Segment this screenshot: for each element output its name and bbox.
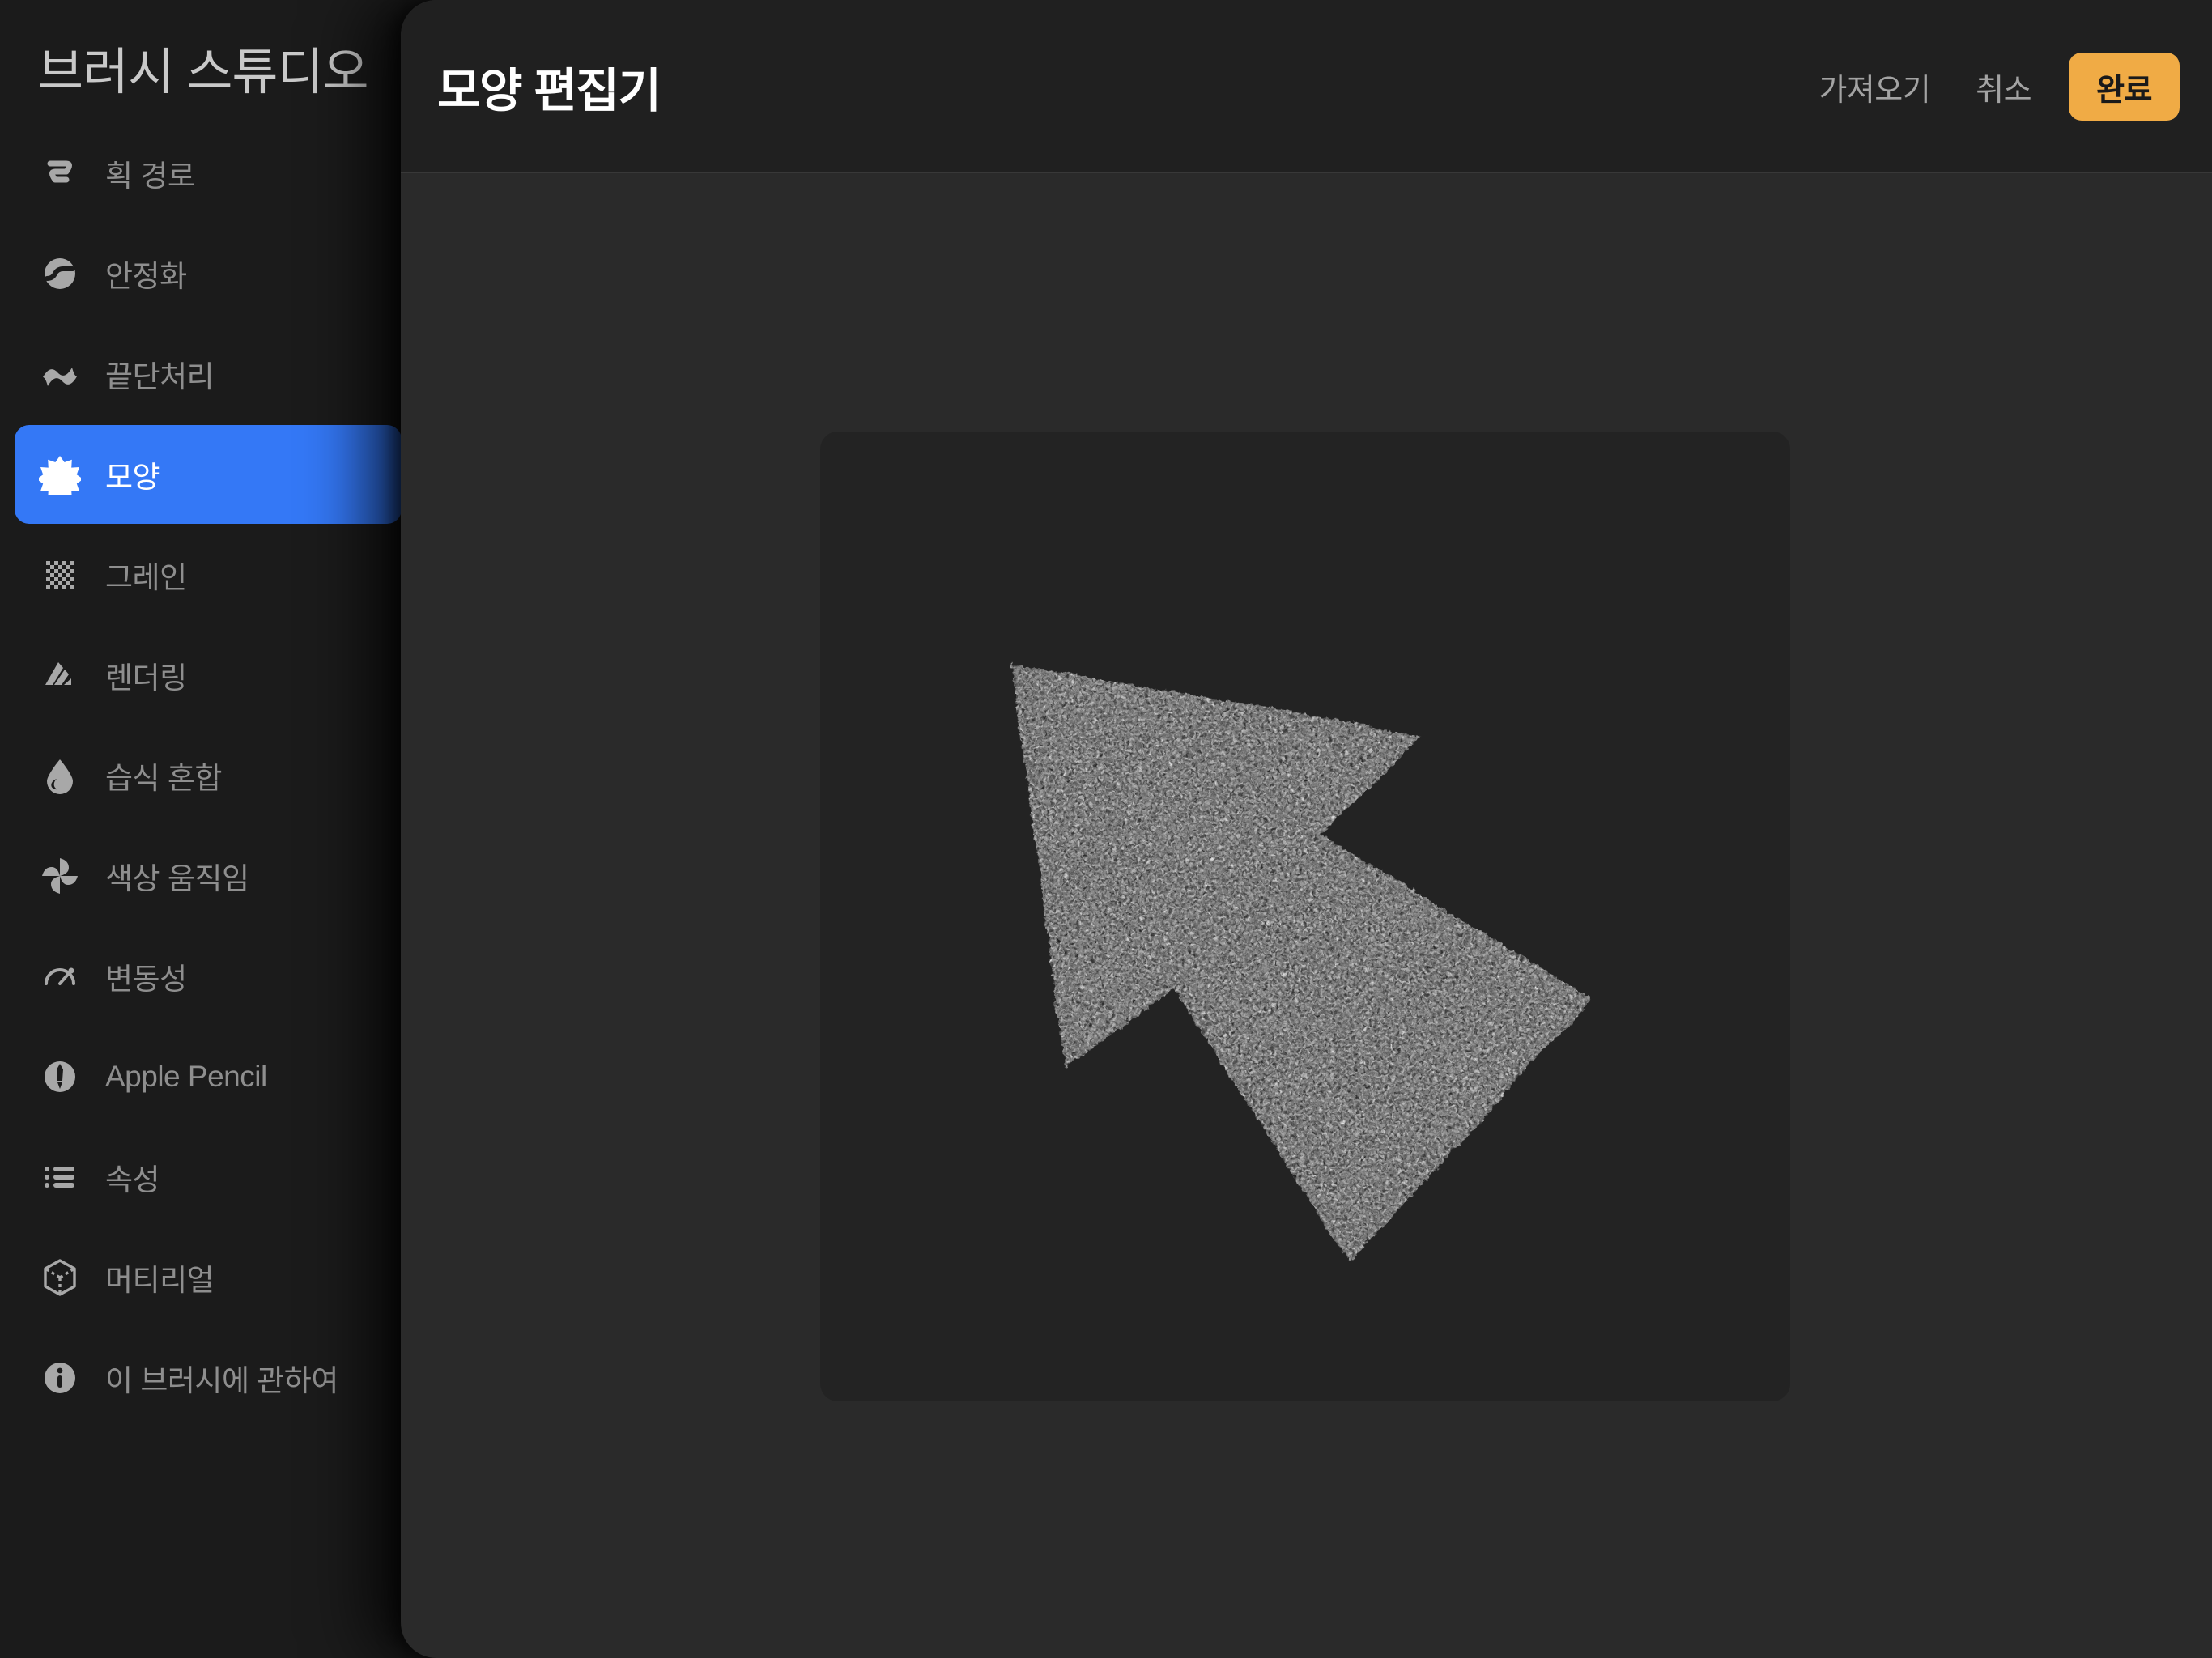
- grain-icon: [39, 554, 81, 596]
- modal-header-actions: 가져오기 취소 완료: [1796, 0, 2180, 173]
- modal-title: 모양 편집기: [437, 65, 661, 117]
- taper-icon: [39, 353, 81, 395]
- sidebar-item-label: 렌더링: [105, 661, 187, 695]
- sidebar-item-hit[interactable]: 렌더링: [15, 626, 402, 725]
- sidebar-item-3[interactable]: 끝단처리: [0, 324, 453, 424]
- done-button[interactable]: 완료: [2069, 53, 2180, 121]
- sidebar-item-1[interactable]: 획 경로: [0, 123, 453, 223]
- sidebar-item-12[interactable]: 머티리얼: [0, 1227, 453, 1328]
- rendering-icon: [39, 654, 81, 696]
- import-button[interactable]: 가져오기: [1796, 65, 1953, 109]
- sidebar-item-13[interactable]: 이 브러시에 관하여: [0, 1328, 453, 1428]
- brush-studio-title: 브러시 스튜디오: [37, 45, 369, 100]
- sidebar-item-label: 습식 혼합: [105, 762, 222, 795]
- sidebar-item-hit[interactable]: 획 경로: [15, 124, 402, 223]
- cancel-button[interactable]: 취소: [1953, 65, 2054, 109]
- material-icon: [39, 1256, 81, 1299]
- sidebar-item-hit[interactable]: 안정화: [15, 224, 402, 323]
- modal-body: [401, 175, 2212, 1658]
- apple-pencil-icon: [39, 1056, 81, 1098]
- sidebar-item-label: 모양: [105, 461, 160, 494]
- about-info-icon: [39, 1357, 81, 1399]
- sidebar-item-label: 그레인: [105, 561, 187, 594]
- arrow-cursor-shape: [1010, 663, 1592, 1264]
- sidebar-item-8[interactable]: 색상 움직임: [0, 826, 453, 926]
- properties-icon: [39, 1156, 81, 1198]
- sidebar-item-hit[interactable]: 변동성: [15, 927, 402, 1026]
- sidebar-item-label: 안정화: [105, 260, 187, 293]
- sidebar-item-10[interactable]: Apple Pencil: [0, 1027, 453, 1127]
- sidebar-item-5[interactable]: 그레인: [0, 525, 453, 625]
- modal-header: 모양 편집기 가져오기 취소 완료: [401, 0, 2212, 173]
- shape-icon: [39, 453, 81, 495]
- sidebar-item-11[interactable]: 속성: [0, 1127, 453, 1227]
- sidebar-item-hit[interactable]: 끝단처리: [15, 325, 402, 423]
- sidebar-item-hit[interactable]: 색상 움직임: [15, 827, 402, 925]
- sidebar-item-7[interactable]: 습식 혼합: [0, 725, 453, 826]
- sidebar-item-2[interactable]: 안정화: [0, 223, 453, 324]
- wet-mix-icon: [39, 755, 81, 797]
- sidebar-item-hit[interactable]: 속성: [15, 1128, 402, 1226]
- stroke-path-icon: [39, 152, 81, 194]
- sidebar-item-label: 색상 움직임: [105, 862, 249, 895]
- sidebar-item-label: 이 브러시에 관하여: [105, 1364, 338, 1397]
- app-root: 브러시 스튜디오 획 경로안정화끝단처리모양그레인렌더링습식 혼합색상 움직임변…: [0, 0, 2212, 1658]
- sidebar-item-hit[interactable]: 이 브러시에 관하여: [15, 1329, 402, 1427]
- sidebar-item-label: 끝단처리: [105, 360, 215, 393]
- sidebar-item-label: 속성: [105, 1163, 160, 1197]
- sidebar-item-hit[interactable]: 모양: [15, 425, 402, 524]
- sidebar-item-6[interactable]: 렌더링: [0, 625, 453, 725]
- dynamics-icon: [39, 955, 81, 997]
- shape-editor-modal: 모양 편집기 가져오기 취소 완료: [401, 0, 2212, 1658]
- sidebar-item-hit[interactable]: Apple Pencil: [15, 1027, 402, 1126]
- shape-preview-canvas[interactable]: [820, 432, 1790, 1401]
- sidebar-item-label: 획 경로: [105, 159, 195, 193]
- sidebar-item-4[interactable]: 모양: [0, 424, 453, 525]
- sidebar-item-hit[interactable]: 그레인: [15, 525, 402, 624]
- sidebar-item-list: 획 경로안정화끝단처리모양그레인렌더링습식 혼합색상 움직임변동성 Apple P…: [0, 123, 453, 1428]
- sidebar-item-label: 머티리얼: [105, 1264, 215, 1297]
- sidebar-item-hit[interactable]: 머티리얼: [15, 1228, 402, 1327]
- brush-studio-sidebar: 브러시 스튜디오 획 경로안정화끝단처리모양그레인렌더링습식 혼합색상 움직임변…: [0, 0, 453, 1658]
- color-jitter-icon: [39, 855, 81, 897]
- sidebar-item-hit[interactable]: 습식 혼합: [15, 726, 402, 825]
- sidebar-item-9[interactable]: 변동성: [0, 926, 453, 1027]
- sidebar-item-label: 변동성: [105, 963, 187, 996]
- stabilization-icon: [39, 253, 81, 295]
- sidebar-item-label: Apple Pencil: [105, 1060, 267, 1093]
